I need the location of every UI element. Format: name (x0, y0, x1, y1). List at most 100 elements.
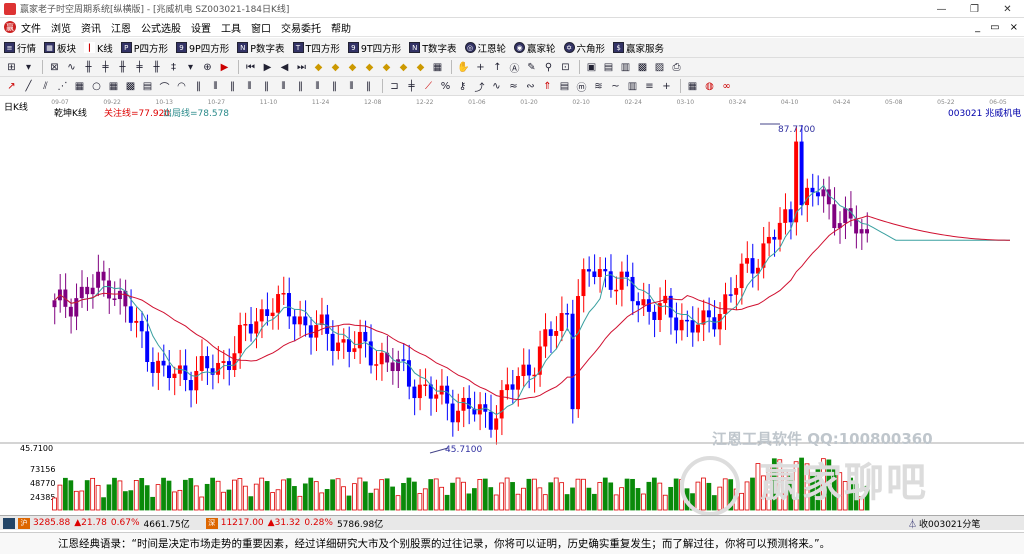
table-icon[interactable]: ▥ (618, 60, 633, 75)
bars-icon[interactable]: ⦀ (344, 79, 359, 94)
bars-icon[interactable]: ⦀ (208, 79, 223, 94)
arc-icon[interactable]: ⌒ (157, 79, 172, 94)
diamond-icon[interactable]: ◆ (396, 60, 411, 75)
diamond-icon[interactable]: ◆ (362, 60, 377, 75)
bars-icon[interactable]: ‖ (361, 79, 376, 94)
toolbar-winner-wheel[interactable]: ◉ 赢家轮 (514, 41, 556, 55)
grid-icon[interactable]: ▤ (140, 79, 155, 94)
toolbar-gann-wheel[interactable]: ◎ 江恩轮 (464, 41, 506, 55)
infinity-icon[interactable]: ∞ (719, 79, 734, 94)
toolbar-t-numbers[interactable]: N T数字表 (409, 41, 457, 55)
m-icon[interactable]: ⓜ (574, 79, 589, 94)
toolbar-t-square[interactable]: T T四方形 (292, 41, 340, 55)
menu-info[interactable]: 资讯 (76, 20, 106, 35)
grid-icon[interactable]: ▦ (430, 60, 445, 75)
cross-icon[interactable]: + (473, 60, 488, 75)
toolbar-sectors[interactable]: ▦ 板块 (44, 41, 76, 55)
tilde-icon[interactable]: ~ (608, 79, 623, 94)
box-icon[interactable]: ⊡ (558, 60, 573, 75)
menu-file[interactable]: 文件 (16, 20, 46, 35)
menu-browse[interactable]: 浏览 (46, 20, 76, 35)
bars-icon[interactable]: ‖ (191, 79, 206, 94)
toolbar-kline[interactable]: ┃ K线 (84, 41, 113, 55)
candle-icon[interactable]: ╫ (115, 60, 130, 75)
grid-icon[interactable]: ▦ (106, 79, 121, 94)
diamond-icon[interactable]: ◆ (345, 60, 360, 75)
menu-settings[interactable]: 设置 (186, 20, 216, 35)
diamond-icon[interactable]: ◆ (379, 60, 394, 75)
monitor-icon[interactable]: ▣ (584, 60, 599, 75)
arrow-up-icon[interactable]: ↑ (490, 60, 505, 75)
wave-icon[interactable]: ∿ (489, 79, 504, 94)
align-icon[interactable]: ≡ (642, 79, 657, 94)
candle-icon[interactable]: ╪ (132, 60, 147, 75)
grid-icon[interactable]: ▩ (123, 79, 138, 94)
fan-icon[interactable]: ⋰ (55, 79, 70, 94)
table-icon[interactable]: ▦ (685, 79, 700, 94)
diamond-icon[interactable]: ◆ (413, 60, 428, 75)
bars-icon[interactable]: ‖ (259, 79, 274, 94)
menu-trade[interactable]: 交易委托 (276, 20, 326, 35)
toolbar-p-square[interactable]: P P四方形 (120, 41, 168, 55)
candle-icon[interactable]: ╫ (149, 60, 164, 75)
menu-formula[interactable]: 公式选股 (136, 20, 186, 35)
mdi-restore-button[interactable]: ▭ (990, 22, 999, 33)
circle-icon[interactable]: ○ (89, 79, 104, 94)
toolbar-9p-square[interactable]: 9 9P四方形 (176, 41, 229, 55)
line-icon[interactable]: ╱ (21, 79, 36, 94)
cursor-icon[interactable]: ⊞ (4, 60, 19, 75)
minimize-button[interactable]: — (925, 0, 958, 18)
text-icon[interactable]: Ⓐ (507, 60, 522, 75)
bars-icon[interactable]: ⦀ (242, 79, 257, 94)
back-icon[interactable]: ◀ (277, 60, 292, 75)
period-icon[interactable]: ⊠ (47, 60, 62, 75)
close-button[interactable]: ✕ (991, 0, 1024, 18)
film-icon[interactable]: ▩ (635, 60, 650, 75)
menu-tools[interactable]: 工具 (216, 20, 246, 35)
percent-icon[interactable]: % (438, 79, 453, 94)
trade-detail-cell[interactable]: ⏃ 收003021分笔 (908, 517, 980, 530)
line-icon[interactable]: ↗ (4, 79, 19, 94)
diamond-icon[interactable]: ◆ (328, 60, 343, 75)
candle-icon[interactable]: ╫ (81, 60, 96, 75)
flag-icon[interactable]: ▶ (217, 60, 232, 75)
toolbar-hexagon[interactable]: ✡ 六角形 (563, 41, 605, 55)
dropdown-icon[interactable]: ▾ (183, 60, 198, 75)
app-menu-icon[interactable]: 赢 (4, 21, 16, 33)
wave-icon[interactable]: ∿ (64, 60, 79, 75)
up-icon[interactable]: ⇑ (540, 79, 555, 94)
car-icon[interactable]: ▨ (652, 60, 667, 75)
wave-icon[interactable]: ≈ (506, 79, 521, 94)
mdi-minimize-button[interactable]: _ (975, 22, 980, 33)
bracket-icon[interactable]: ⊐ (387, 79, 402, 94)
first-icon[interactable]: ⏮ (243, 60, 258, 75)
dropdown-icon[interactable]: ▾ (21, 60, 36, 75)
toolbar-p-numbers[interactable]: N P数字表 (237, 41, 285, 55)
zoom-icon[interactable]: ⊕ (200, 60, 215, 75)
eraser-icon[interactable]: ✎ (524, 60, 539, 75)
sz-index-cell[interactable]: 深 11217.00 ▲31.32 0.28% 5786.98亿 (196, 517, 383, 530)
table-icon[interactable]: ▥ (625, 79, 640, 94)
pin-icon[interactable]: ⚲ (541, 60, 556, 75)
chart-icon[interactable]: ╪ (404, 79, 419, 94)
chart-icon[interactable]: ▤ (557, 79, 572, 94)
zigzag-icon[interactable]: ⟋ (421, 79, 436, 94)
toolbar-service[interactable]: $ 赢家服务 (613, 41, 664, 55)
save-icon[interactable]: ▤ (601, 60, 616, 75)
candle-icon[interactable]: ╪ (98, 60, 113, 75)
bars-icon[interactable]: ‖ (327, 79, 342, 94)
trend-icon[interactable]: ⤴ (472, 79, 487, 94)
bars-icon[interactable]: ⦀ (310, 79, 325, 94)
play-icon[interactable]: ▶ (260, 60, 275, 75)
sine-icon[interactable]: ∾ (523, 79, 538, 94)
palette-icon[interactable]: ◍ (702, 79, 717, 94)
restore-button[interactable]: ❐ (958, 0, 991, 18)
wave-icon[interactable]: ≋ (591, 79, 606, 94)
bars-icon[interactable]: ⦀ (276, 79, 291, 94)
mdi-close-button[interactable]: × (1010, 22, 1018, 33)
print-icon[interactable]: ⎙ (669, 60, 684, 75)
sh-index-cell[interactable]: 沪 3285.88 ▲21.78 0.67% 4661.75亿 (0, 517, 190, 530)
toolbar-quotes[interactable]: ≡ 行情 (4, 41, 36, 55)
grid-icon[interactable]: ▦ (72, 79, 87, 94)
plus-icon[interactable]: + (659, 79, 674, 94)
